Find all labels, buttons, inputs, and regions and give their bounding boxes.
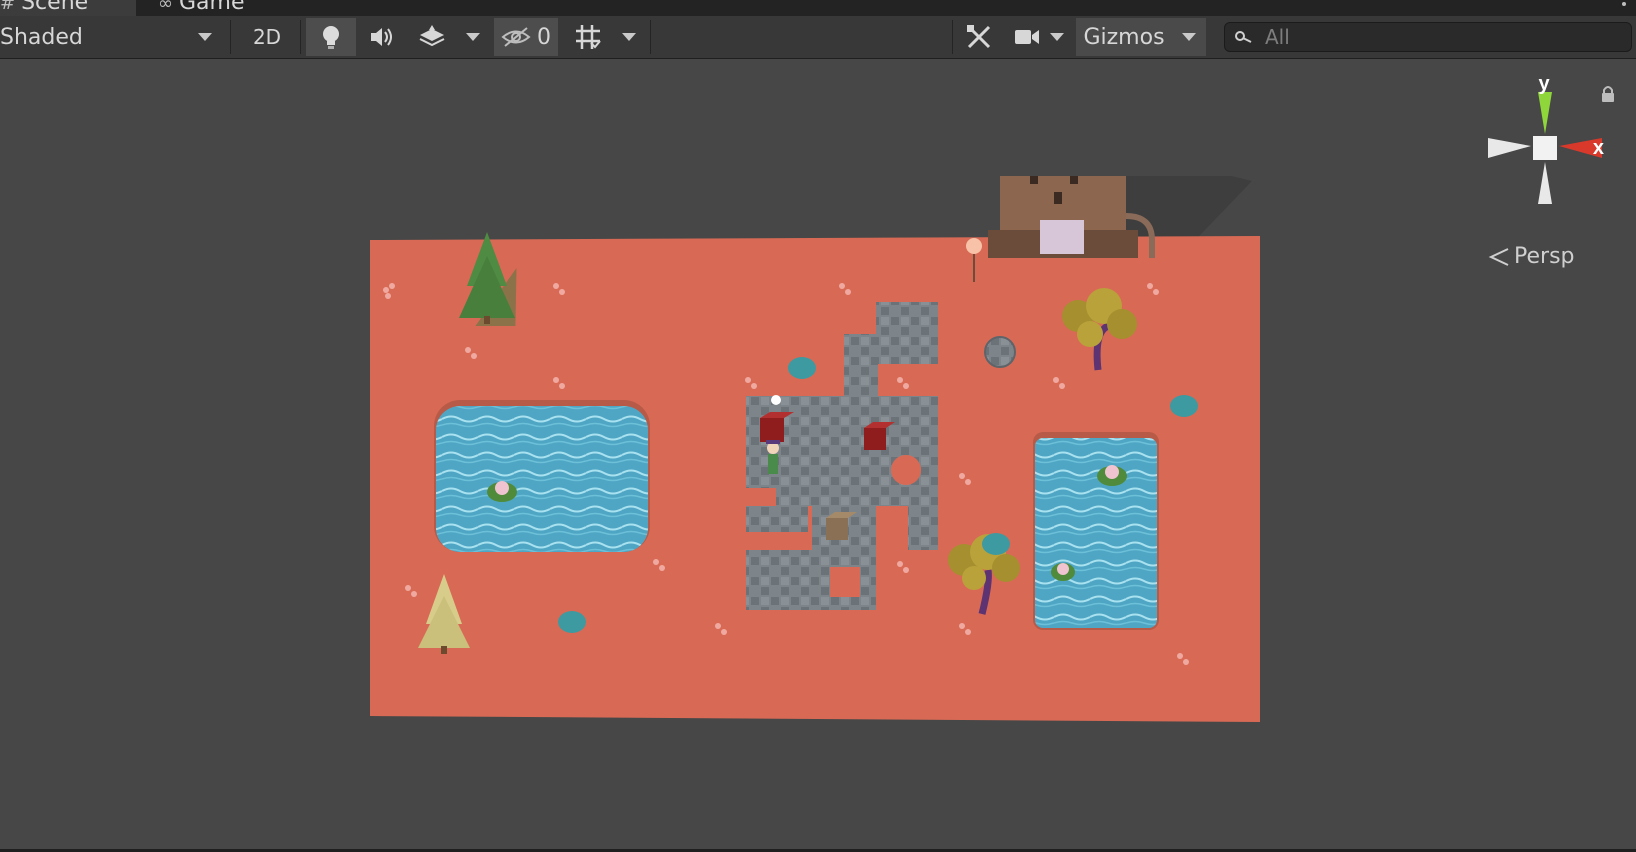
teal-bush [788,357,816,379]
y-axis-cone[interactable] [1538,92,1552,134]
projection-toggle[interactable]: Persp [1488,244,1575,269]
player-character [766,440,780,474]
draw-mode-label: Shaded [0,24,83,50]
toggle-2d-button[interactable]: 2D [240,18,294,56]
perspective-chevron-icon [1488,247,1509,266]
x-axis-label: x [1593,137,1604,159]
lock-icon[interactable] [1600,84,1616,104]
search-input[interactable] [1263,24,1627,50]
teal-bush [982,533,1010,555]
lighting-toggle-button[interactable] [306,18,356,56]
stone-well [984,336,1016,368]
scene-axis-gizmo[interactable]: y x [1476,78,1606,228]
dropdown-arrow-icon [622,33,636,41]
hidden-objects-toggle[interactable]: 0 [494,18,558,56]
right-pond [1033,432,1159,630]
grid-dropdown-button[interactable] [612,18,646,56]
effects-toggle-button[interactable] [408,18,456,56]
search-icon [1235,31,1252,43]
dropdown-arrow-icon [1050,33,1064,41]
tab-game-label: Game [179,0,245,15]
gizmos-button[interactable]: Gizmos [1076,18,1172,56]
hidden-count: 0 [537,24,551,50]
center-cube[interactable] [1533,136,1557,160]
gizmos-dropdown-button[interactable] [1172,18,1206,56]
tab-scene-label: Scene [21,0,89,15]
teal-bush [1170,395,1198,417]
lily-pad [1051,563,1075,581]
scene-toolbar: Shaded 2D 0 Gizmos All [0,16,1636,59]
hash-icon: # [0,0,16,14]
left-pond [434,400,650,552]
grid-toggle-button[interactable] [564,18,612,56]
scene-game-map[interactable] [370,176,1260,722]
audio-icon [371,28,392,46]
dropdown-arrow-icon [1182,33,1196,41]
toolbar-divider [300,20,301,54]
scene-tools-button[interactable] [956,18,1002,56]
neg-x-axis-cone[interactable] [1488,138,1531,158]
camera-icon [1015,30,1039,44]
grid-icon [576,25,601,49]
teal-bush [558,611,586,633]
kebab-menu-icon[interactable] [1622,2,1626,6]
tools-icon [967,25,991,49]
hidden-eye-icon [501,27,531,47]
toolbar-divider [952,20,953,54]
toolbar-divider [650,20,651,54]
editor-tab-strip: # Scene ∞ Game [0,0,1636,16]
projection-label: Persp [1514,244,1575,269]
tab-scene[interactable]: # Scene [0,0,136,16]
dropdown-arrow-icon [466,33,480,41]
hierarchy-search[interactable] [1224,22,1632,52]
lightbulb-icon [323,26,339,49]
toolbar-divider [230,20,231,54]
light-gizmo [771,395,781,405]
neg-y-axis-cone[interactable] [1538,162,1552,204]
effects-dropdown-button[interactable] [458,18,488,56]
camera-settings-button[interactable] [1008,18,1070,56]
dropdown-arrow-icon [198,33,212,41]
draw-mode-dropdown[interactable]: Shaded [0,18,222,56]
game-controller-icon: ∞ [158,0,173,14]
effects-layers-icon [419,25,445,47]
tab-game[interactable]: ∞ Game [150,0,286,16]
y-axis-label: y [1538,78,1550,95]
audio-toggle-button[interactable] [358,18,406,56]
